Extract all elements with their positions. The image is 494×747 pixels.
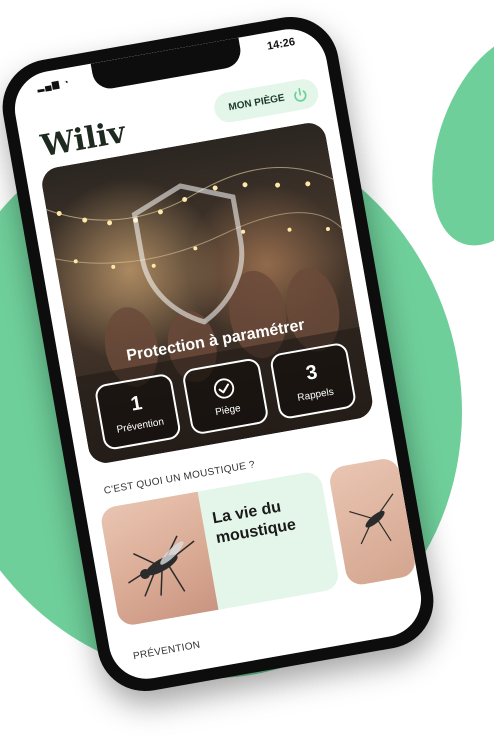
- stat-reminders-label: Rappels: [296, 386, 335, 404]
- phone-notch: [90, 37, 244, 92]
- background-blob-small: [405, 16, 494, 264]
- mosquito-icon: [349, 493, 394, 545]
- stat-trap[interactable]: Piège: [181, 357, 270, 436]
- mosquito-life-card[interactable]: La vie du moustique: [99, 470, 341, 628]
- stat-prevention-label: Prévention: [115, 416, 165, 436]
- mosquito-icon: [128, 535, 195, 597]
- mosquito-photo: [99, 491, 219, 628]
- status-time: 14:26: [266, 35, 297, 53]
- stat-prevention-value: 1: [128, 391, 144, 416]
- mosquito-card-title: La vie du moustique: [211, 498, 298, 548]
- status-icons: ▂▄▆ ◔: [36, 76, 71, 93]
- power-icon: [294, 88, 307, 102]
- my-trap-label: MON PIÈGE: [227, 92, 286, 113]
- my-trap-button[interactable]: MON PIÈGE: [212, 76, 321, 125]
- stat-reminders-value: 3: [304, 360, 320, 385]
- next-card-preview[interactable]: [327, 456, 418, 587]
- stat-trap-label: Piège: [214, 402, 242, 418]
- prevention-section-label: PRÉVENTION: [132, 639, 202, 663]
- stat-prevention[interactable]: 1 Prévention: [93, 372, 182, 452]
- stat-reminders[interactable]: 3 Rappels: [268, 341, 358, 421]
- protection-hero[interactable]: Protection à paramétrer 1 Prévention Piè…: [39, 120, 376, 466]
- shield-icon: [131, 183, 245, 325]
- check-icon: [213, 377, 235, 399]
